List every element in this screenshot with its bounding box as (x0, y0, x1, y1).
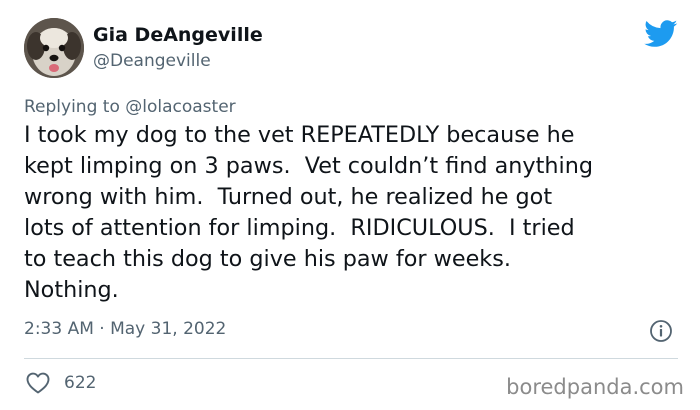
info-icon[interactable] (649, 319, 673, 343)
author-name[interactable]: Gia DeAngeville (93, 24, 263, 46)
twitter-bird-icon[interactable] (644, 20, 678, 48)
divider (24, 358, 678, 359)
avatar[interactable] (24, 18, 84, 78)
heart-icon[interactable] (26, 372, 50, 394)
tweet-timestamp[interactable]: 2:33 AM · May 31, 2022 (24, 319, 226, 339)
replying-to[interactable]: Replying to @lolacoaster (24, 97, 236, 117)
tweet-text: I took my dog to the vet REPEATEDLY beca… (24, 122, 593, 303)
like-count: 622 (64, 373, 97, 393)
author-handle[interactable]: @Deangeville (93, 51, 211, 71)
watermark: boredpanda.com (506, 375, 684, 399)
